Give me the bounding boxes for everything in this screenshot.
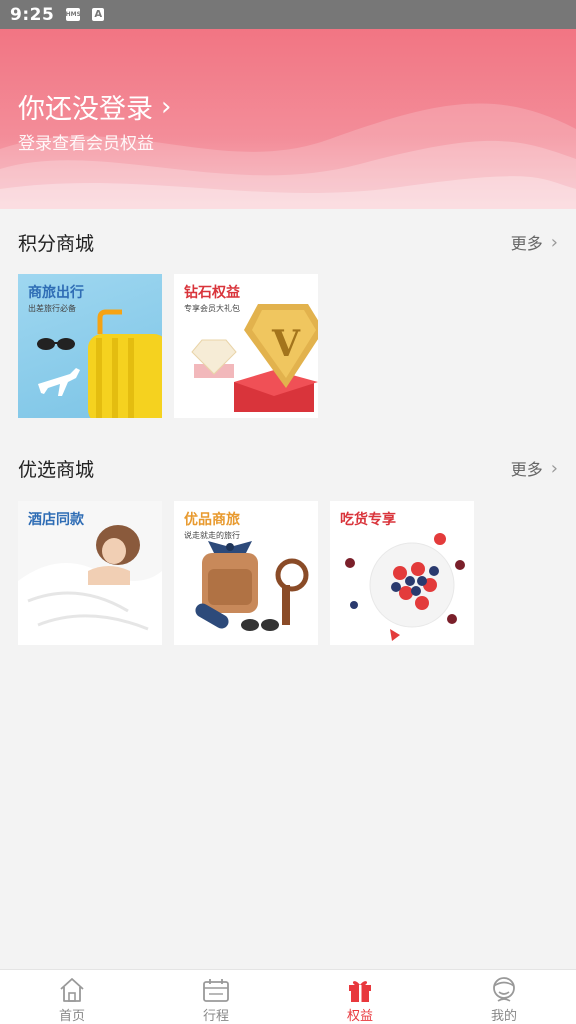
bottom-tab-bar: 首页 行程 权益 我的	[0, 969, 576, 1024]
calendar-icon	[203, 979, 229, 1002]
preferred-mall-more-button[interactable]: 更多 ›	[511, 456, 558, 480]
tab-itinerary[interactable]: 行程	[144, 970, 288, 1024]
preferred-mall-header: 优选商城 更多 ›	[18, 453, 558, 483]
card-diamond-benefits[interactable]: V 钻石权益 专享会员大礼包	[174, 274, 318, 418]
more-label: 更多	[510, 460, 543, 479]
card-hotel-style[interactable]: 酒店同款	[18, 501, 162, 645]
status-bar: 9:25 HMS A	[0, 0, 576, 29]
card-subtitle: 出差旅行必备	[28, 304, 76, 313]
login-subtitle: 登录查看会员权益	[18, 134, 154, 154]
card-foodie-exclusive[interactable]: 吃货专享	[330, 501, 474, 645]
points-mall-more-button[interactable]: 更多 ›	[511, 230, 558, 254]
tab-profile[interactable]: 我的	[432, 970, 576, 1024]
chevron-right-icon: ›	[550, 457, 558, 479]
card-subtitle: 专享会员大礼包	[184, 304, 240, 313]
tab-home[interactable]: 首页	[0, 970, 144, 1024]
card-subtitle: 说走就走的旅行	[184, 531, 240, 540]
chevron-right-icon: ›	[161, 91, 172, 122]
login-link[interactable]: 你还没登录 ›	[18, 87, 171, 126]
points-mall-header: 积分商城 更多 ›	[18, 227, 558, 257]
card-business-travel[interactable]: 商旅出行 出差旅行必备	[18, 274, 162, 418]
status-time: 9:25	[10, 4, 55, 25]
card-title: 酒店同款	[28, 512, 84, 528]
tab-label: 首页	[58, 1009, 85, 1024]
tab-label: 我的	[490, 1009, 517, 1024]
svg-text:V: V	[271, 323, 301, 365]
section-title: 积分商城	[18, 232, 95, 255]
card-title: 钻石权益	[184, 285, 240, 301]
member-header: 你还没登录 › 登录查看会员权益	[0, 29, 576, 209]
card-title: 商旅出行	[28, 285, 84, 301]
section-title: 优选商城	[18, 458, 95, 481]
card-title: 优品商旅	[184, 512, 240, 528]
chevron-right-icon: ›	[550, 231, 558, 253]
keyboard-a-icon: A	[92, 8, 105, 21]
card-premium-travel[interactable]: 优品商旅 说走就走的旅行	[174, 501, 318, 645]
tab-benefits[interactable]: 权益	[288, 970, 432, 1024]
card-title: 吃货专享	[340, 512, 396, 528]
hms-notification-icon: HMS	[66, 8, 81, 21]
profile-icon	[493, 977, 515, 1002]
home-icon	[60, 978, 84, 1002]
login-title: 你还没登录	[18, 94, 153, 125]
tab-label: 权益	[346, 1009, 373, 1024]
more-label: 更多	[510, 234, 543, 253]
tab-label: 行程	[202, 1009, 229, 1024]
gift-icon	[349, 981, 371, 1002]
